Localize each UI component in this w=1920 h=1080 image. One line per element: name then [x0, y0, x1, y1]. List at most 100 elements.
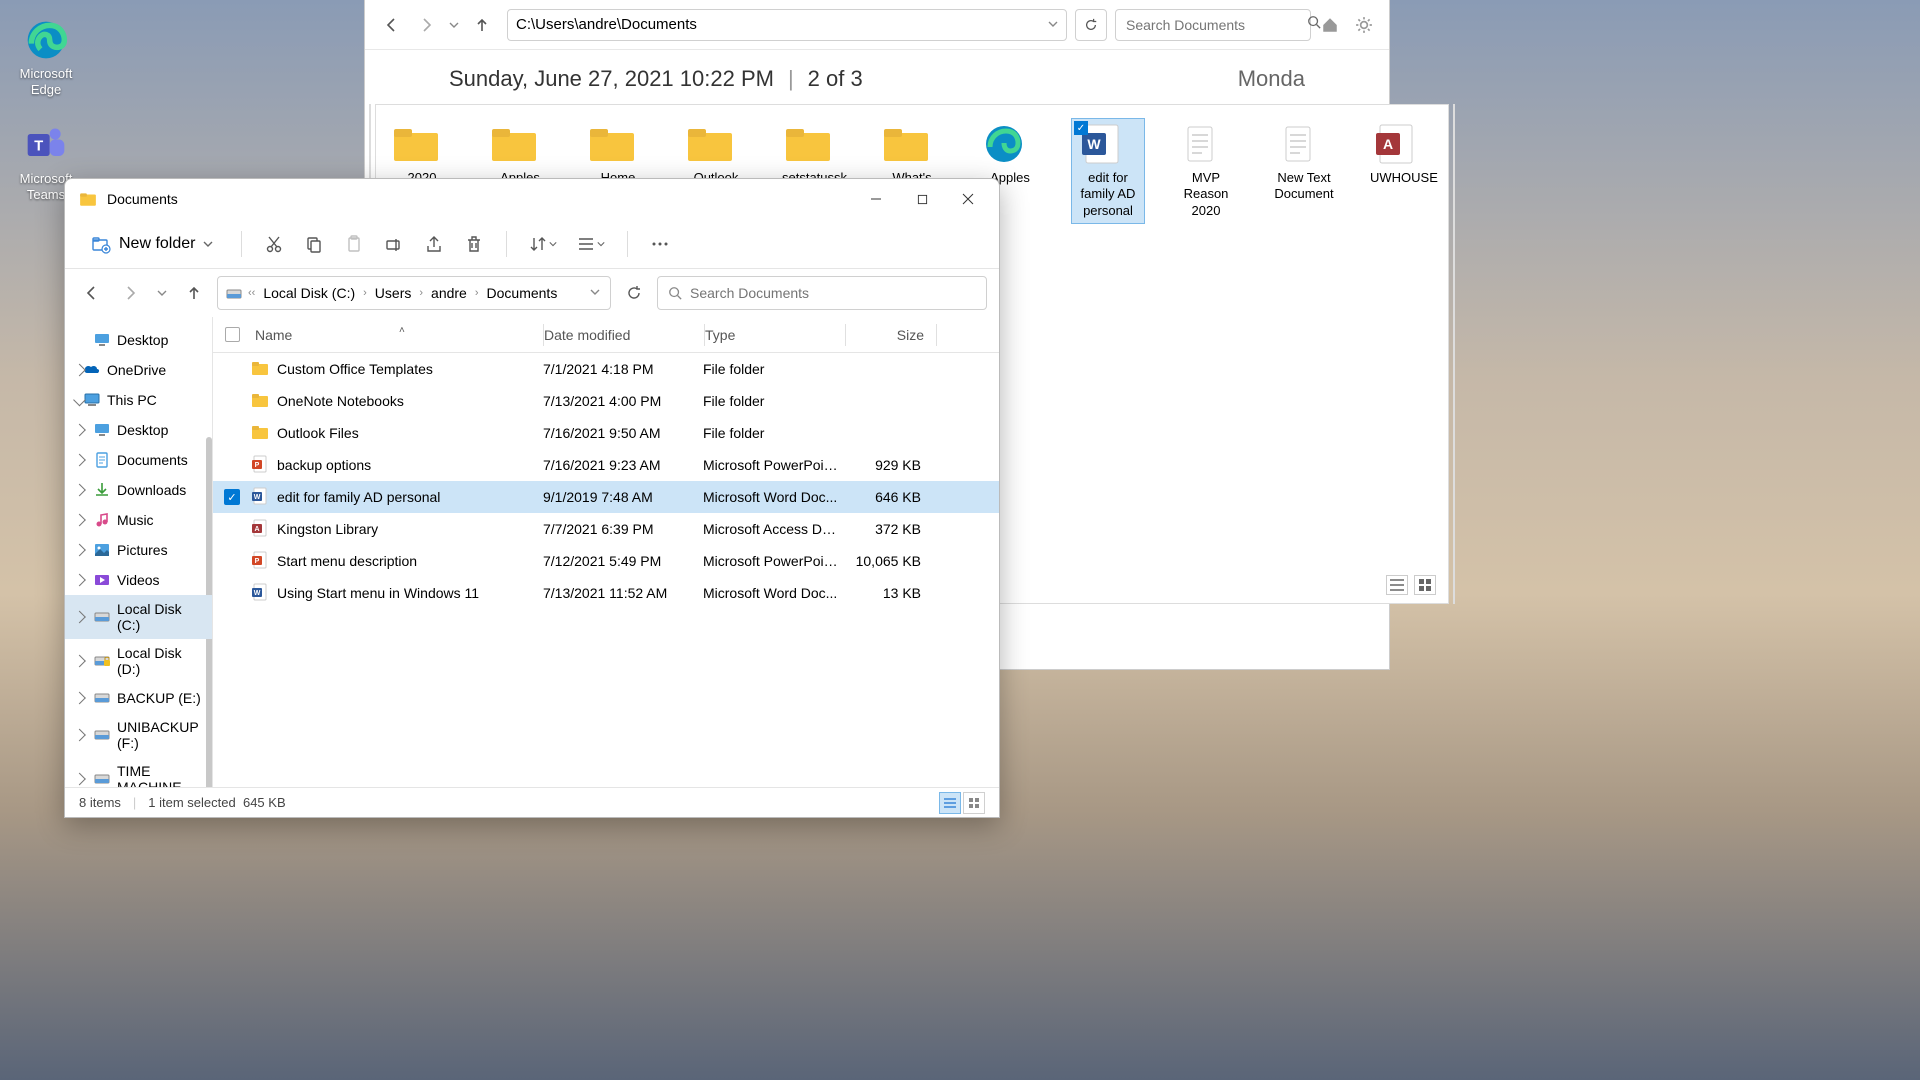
view-thumbnails-button[interactable]	[963, 792, 985, 814]
bg-search-input[interactable]	[1126, 17, 1307, 33]
bg-settings-button[interactable]	[1349, 10, 1379, 40]
file-row[interactable]: Custom Office Templates7/1/2021 4:18 PMF…	[213, 353, 999, 385]
close-icon	[962, 193, 974, 205]
view-icon	[577, 235, 595, 253]
arrow-right-icon	[122, 285, 138, 301]
crumb-local-disk[interactable]: Local Disk (C:)	[259, 283, 359, 303]
cut-button[interactable]	[256, 226, 292, 262]
file-row[interactable]: PStart menu description7/12/2021 5:49 PM…	[213, 545, 999, 577]
access-icon: A	[251, 519, 271, 540]
nav-item-videos[interactable]: Videos	[65, 565, 212, 595]
search-input[interactable]	[690, 285, 976, 301]
back-button[interactable]	[77, 278, 107, 308]
desktop-icon-edge[interactable]: Microsoft Edge	[10, 18, 82, 97]
file-row[interactable]: ✓Wedit for family AD personal9/1/2019 7:…	[213, 481, 999, 513]
bg-home-button[interactable]	[1315, 10, 1345, 40]
status-size: 645 KB	[243, 795, 286, 810]
nav-item-time-machine[interactable]: TIME MACHINE	[65, 757, 212, 787]
bg-next-strip[interactable]	[1453, 104, 1455, 604]
videos-icon	[93, 571, 111, 589]
sort-button[interactable]	[521, 226, 565, 262]
minimize-button[interactable]	[853, 183, 899, 215]
title-bar[interactable]: Documents	[65, 179, 999, 219]
file-row[interactable]: WUsing Start menu in Windows 117/13/2021…	[213, 577, 999, 609]
file-name: Kingston Library	[277, 521, 543, 537]
file-row[interactable]: Pbackup options7/16/2021 9:23 AMMicrosof…	[213, 449, 999, 481]
refresh-button[interactable]	[619, 278, 649, 308]
column-size[interactable]: Size	[846, 327, 936, 343]
nav-item-downloads[interactable]: Downloads	[65, 475, 212, 505]
nav-item-desktop[interactable]: Desktop	[65, 415, 212, 445]
navigation-pane[interactable]: DesktopOneDriveThis PCDesktopDocumentsDo…	[65, 317, 213, 787]
nav-item-backup-e-[interactable]: BACKUP (E:)	[65, 683, 212, 713]
breadcrumb-bar[interactable]: ‹‹ Local Disk (C:) › Users › andre › Doc…	[217, 276, 611, 310]
column-type[interactable]: Type	[705, 327, 845, 343]
bg-thumb-item[interactable]: ✓Wedit for family AD personal	[1072, 119, 1144, 223]
drive-locked-icon	[93, 652, 111, 670]
column-date[interactable]: Date modified	[544, 327, 704, 343]
rename-button[interactable]	[376, 226, 412, 262]
column-name[interactable]: Name˄	[251, 327, 543, 343]
home-icon	[1321, 16, 1339, 34]
select-all-checkbox[interactable]	[213, 327, 251, 342]
bg-forward-button[interactable]	[409, 8, 443, 42]
delete-button[interactable]	[456, 226, 492, 262]
breadcrumb-dropdown[interactable]	[586, 280, 604, 306]
bg-thumb-item[interactable]: AUWHOUSE	[1366, 119, 1438, 223]
bg-back-button[interactable]	[375, 8, 409, 42]
nav-item-onedrive[interactable]: OneDrive	[65, 355, 212, 385]
nav-item-unibackup-f-[interactable]: UNIBACKUP (F:)	[65, 713, 212, 757]
nav-item-music[interactable]: Music	[65, 505, 212, 535]
up-button[interactable]	[179, 278, 209, 308]
bg-view-grid-button[interactable]	[1414, 575, 1436, 595]
crumb-documents[interactable]: Documents	[483, 283, 562, 303]
bg-search-field[interactable]	[1115, 9, 1311, 41]
thispc-icon	[83, 391, 101, 409]
more-button[interactable]	[642, 226, 678, 262]
documents-icon	[93, 451, 111, 469]
gear-icon	[1355, 16, 1373, 34]
nav-item-local-disk-c-[interactable]: Local Disk (C:)	[65, 595, 212, 639]
view-details-button[interactable]	[939, 792, 961, 814]
svg-text:P: P	[255, 558, 260, 565]
nav-item-local-disk-d-[interactable]: Local Disk (D:)	[65, 639, 212, 683]
bg-refresh-button[interactable]	[1075, 9, 1107, 41]
nav-item-pictures[interactable]: Pictures	[65, 535, 212, 565]
file-row[interactable]: OneNote Notebooks7/13/2021 4:00 PMFile f…	[213, 385, 999, 417]
bg-address-bar[interactable]	[507, 9, 1067, 41]
close-button[interactable]	[945, 183, 991, 215]
paste-button[interactable]	[336, 226, 372, 262]
chevron-right-icon: ›	[475, 287, 479, 299]
bg-thumb-item[interactable]: MVP Reason 2020	[1170, 119, 1242, 223]
crumb-users[interactable]: Users	[371, 283, 416, 303]
toolbar-separator	[241, 231, 242, 257]
refresh-icon	[1084, 18, 1098, 32]
nav-item-desktop[interactable]: Desktop	[65, 325, 212, 355]
new-folder-button[interactable]: New folder	[77, 228, 227, 260]
ppt-icon: P	[251, 455, 271, 476]
bg-thumb-item[interactable]: New Text Document	[1268, 119, 1340, 223]
bg-address-input[interactable]	[516, 16, 1058, 33]
file-type: Microsoft Word Doc...	[703, 489, 843, 505]
bg-address-dropdown[interactable]	[1048, 16, 1058, 34]
crumb-andre[interactable]: andre	[427, 283, 471, 303]
row-checkbox[interactable]: ✓	[213, 489, 251, 505]
nav-item-documents[interactable]: Documents	[65, 445, 212, 475]
folder-icon	[251, 359, 271, 380]
file-row[interactable]: Outlook Files7/16/2021 9:50 AMFile folde…	[213, 417, 999, 449]
copy-button[interactable]	[296, 226, 332, 262]
arrow-right-icon	[418, 17, 434, 33]
bg-view-list-button[interactable]	[1386, 575, 1408, 595]
bg-up-button[interactable]	[465, 8, 499, 42]
share-button[interactable]	[416, 226, 452, 262]
forward-button[interactable]	[115, 278, 145, 308]
maximize-button[interactable]	[899, 183, 945, 215]
nav-item-this-pc[interactable]: This PC	[65, 385, 212, 415]
search-field[interactable]	[657, 276, 987, 310]
view-button[interactable]	[569, 226, 613, 262]
drive-icon	[93, 608, 111, 626]
file-size: 646 KB	[843, 489, 933, 505]
recent-button[interactable]	[153, 278, 171, 308]
file-row[interactable]: AKingston Library7/7/2021 6:39 PMMicroso…	[213, 513, 999, 545]
bg-recent-button[interactable]	[443, 8, 465, 42]
